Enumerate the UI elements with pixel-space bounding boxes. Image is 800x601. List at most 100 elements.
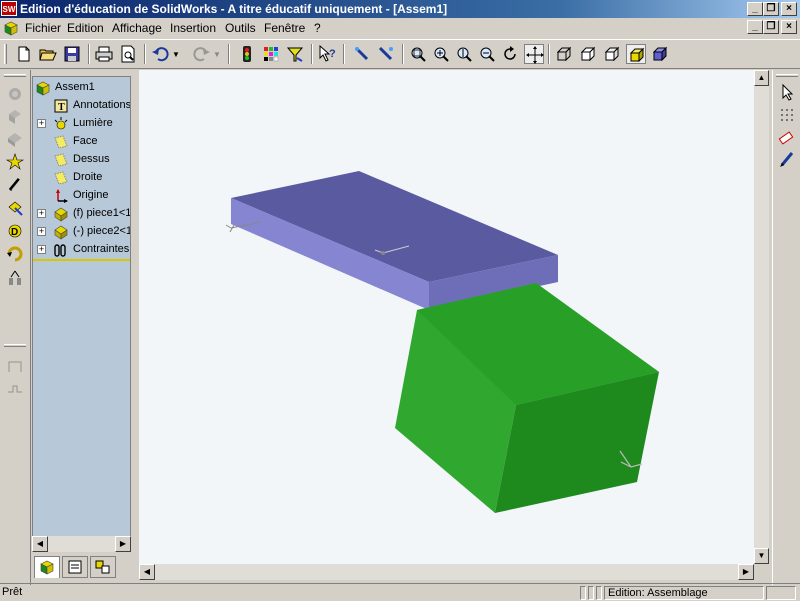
menu-affichage[interactable]: Affichage [112,21,162,35]
change-suppression-icon[interactable] [5,130,25,150]
toolbar-grip[interactable] [4,344,26,347]
edit-part-icon[interactable] [5,198,25,218]
sketch-icon[interactable] [777,127,797,147]
solidworks-app-icon[interactable]: SW [1,1,17,16]
undo-icon[interactable] [150,44,170,64]
redo-dropdown-icon[interactable]: ▼ [213,50,221,59]
menu-outils[interactable]: Outils [225,21,256,35]
tree-item-label: Droite [73,171,103,183]
rotate-view-icon[interactable] [500,44,520,64]
restore-button[interactable]: ❐ [763,2,779,16]
toolbar-grip[interactable] [4,44,7,64]
tree-item-piece1[interactable]: + (f) piece1<1 [33,205,130,223]
tree-item-assem1[interactable]: Assem1 [33,79,130,97]
status-panel [766,586,796,600]
graphics-viewport[interactable] [139,70,754,564]
menu-fenetre[interactable]: Fenêtre [264,21,305,35]
tree-item-droite[interactable]: Droite [33,169,130,187]
extrude-tool-icon[interactable] [5,378,25,398]
smart-mates-icon[interactable] [5,152,25,172]
toolbar-grip[interactable] [4,74,26,77]
save-icon[interactable] [62,44,82,64]
pan-view-icon[interactable] [524,44,544,64]
menu-edition[interactable]: Edition [67,21,104,35]
manager-tabs [32,556,131,580]
move-component-icon[interactable] [376,44,396,64]
sketch-select-icon[interactable] [352,44,372,64]
toolbar-separator [402,44,404,64]
mate-icon[interactable] [5,175,25,195]
open-folder-icon[interactable] [38,44,58,64]
doc-minimize-button[interactable]: _ [747,20,763,34]
menu-help[interactable]: ? [314,21,321,35]
scroll-up-icon[interactable]: ▲ [754,70,769,86]
insert-component-icon[interactable] [5,84,25,104]
tree-item-origine[interactable]: Origine [33,187,130,205]
plane-icon [53,170,69,186]
expand-toggle-icon[interactable]: + [37,119,46,128]
scroll-down-icon[interactable]: ▼ [754,548,769,564]
new-document-icon[interactable] [14,44,34,64]
undo-dropdown-icon[interactable]: ▼ [172,50,180,59]
tree-item-annotations[interactable]: T Annotations [33,97,130,115]
scroll-right-icon[interactable]: ▶ [115,536,131,552]
edit-mode-status: Edition: Assemblage [604,586,764,600]
part-icon [53,224,69,240]
zoom-in-icon[interactable] [431,44,451,64]
filter-icon[interactable] [285,44,305,64]
expand-toggle-icon[interactable]: + [37,227,46,236]
part-icon [53,206,69,222]
tree-item-face[interactable]: Face [33,133,130,151]
expand-toggle-icon[interactable]: + [37,209,46,218]
tree-item-lumiere[interactable]: + Lumière [33,115,130,133]
traffic-light-icon[interactable] [237,44,257,64]
scroll-right-icon[interactable]: ▶ [738,564,754,580]
zoom-out-icon[interactable] [477,44,497,64]
viewport-vertical-scrollbar[interactable]: ▲ ▼ [754,70,769,564]
model-canvas[interactable] [139,70,754,564]
hidden-lines-gray-icon[interactable] [578,44,598,64]
tree-item-piece2[interactable]: + (-) piece2<1 [33,223,130,241]
pencil-icon[interactable] [777,149,797,169]
svg-text:T: T [58,102,65,113]
tab-property-manager[interactable] [62,556,88,578]
wireframe-view-icon[interactable] [554,44,574,64]
exploded-view-icon[interactable] [5,268,25,288]
expand-toggle-icon[interactable]: + [37,245,46,254]
select-arrow-icon[interactable] [777,82,797,102]
menu-insertion[interactable]: Insertion [170,21,216,35]
plane-icon [53,134,69,150]
toolbar-grip[interactable] [776,74,798,77]
move-rotate-icon[interactable] [5,244,25,264]
tree-horizontal-scrollbar[interactable]: ◀ ▶ [32,536,131,552]
hidden-lines-removed-icon[interactable] [602,44,622,64]
whats-this-help-icon[interactable]: ? [317,44,337,64]
tree-item-contraintes[interactable]: + Contraintes [33,241,130,259]
scroll-left-icon[interactable]: ◀ [32,536,48,552]
tab-feature-manager[interactable] [34,556,60,578]
section-view-icon[interactable] [650,44,670,64]
shaded-view-icon[interactable] [626,44,646,64]
doc-restore-button[interactable]: ❐ [763,20,779,34]
redo-icon[interactable] [192,44,212,64]
doc-close-button[interactable]: × [781,20,797,34]
color-palette-icon[interactable] [261,44,281,64]
sketch-tool-icon[interactable] [5,356,25,376]
rollback-bar[interactable] [33,259,130,261]
hide-show-component-icon[interactable] [5,107,25,127]
print-preview-icon[interactable] [118,44,138,64]
minimize-button[interactable]: _ [747,2,763,16]
tree-item-dessus[interactable]: Dessus [33,151,130,169]
viewport-horizontal-scrollbar[interactable]: ◀ ▶ [139,564,754,580]
zoom-area-icon[interactable] [454,44,474,64]
scroll-left-icon[interactable]: ◀ [139,564,155,580]
close-button[interactable]: × [781,2,797,16]
menu-fichier[interactable]: Fichier [25,21,61,35]
rotate-component-icon[interactable]: D [5,221,25,241]
assembly-icon [35,80,51,96]
print-icon[interactable] [94,44,114,64]
tab-configuration-manager[interactable] [90,556,116,578]
document-icon[interactable] [3,20,19,36]
grid-icon[interactable] [777,105,797,125]
zoom-to-fit-icon[interactable] [408,44,428,64]
